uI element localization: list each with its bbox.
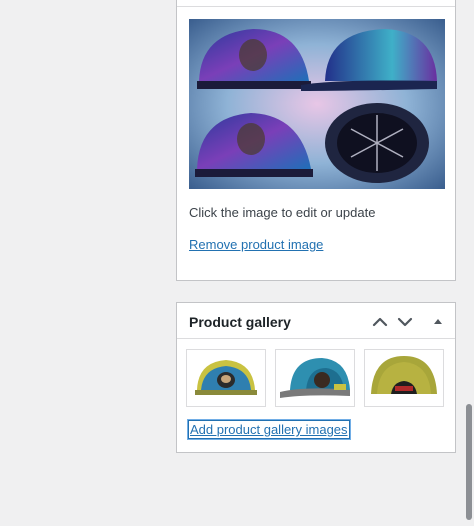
add-product-gallery-images-link[interactable]: Add product gallery images — [188, 420, 350, 439]
gallery-thumbnail[interactable] — [275, 349, 355, 407]
product-gallery-header: Product gallery — [177, 303, 455, 339]
featured-image-hint: Click the image to edit or update — [189, 205, 376, 220]
product-image-box: Click the image to edit or update Remove… — [176, 0, 456, 281]
chevron-up-icon — [372, 317, 388, 327]
divider — [177, 6, 455, 7]
move-down-button[interactable] — [394, 311, 416, 333]
toggle-panel-button[interactable] — [427, 311, 449, 333]
remove-product-image-link[interactable]: Remove product image — [189, 237, 323, 252]
scrollbar-thumb[interactable] — [466, 404, 472, 520]
featured-product-image[interactable] — [189, 19, 445, 189]
product-gallery-title: Product gallery — [189, 314, 291, 330]
product-gallery-box: Product gallery Add product gallery imag… — [176, 302, 456, 453]
gallery-thumbnail[interactable] — [364, 349, 444, 407]
move-up-button[interactable] — [369, 311, 391, 333]
caret-up-icon — [434, 319, 442, 324]
chevron-down-icon — [397, 317, 413, 327]
gallery-thumbnail[interactable] — [186, 349, 266, 407]
